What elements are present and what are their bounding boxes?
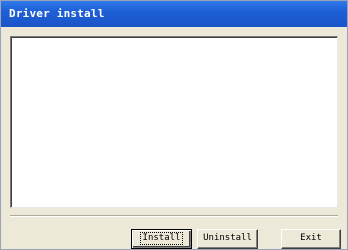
driver-install-window: Driver install Install Uninstall Exit bbox=[0, 0, 348, 250]
exit-button-label: Exit bbox=[300, 233, 322, 243]
install-button-label: Install bbox=[139, 232, 184, 245]
exit-button[interactable]: Exit bbox=[281, 229, 341, 249]
install-button[interactable]: Install bbox=[131, 229, 192, 249]
separator-line bbox=[10, 215, 338, 217]
uninstall-button[interactable]: Uninstall bbox=[197, 229, 258, 249]
output-text-area[interactable] bbox=[10, 36, 338, 208]
dialog-client-area: Install Uninstall Exit bbox=[1, 27, 347, 249]
uninstall-button-label: Uninstall bbox=[203, 233, 252, 243]
window-title: Driver install bbox=[9, 7, 105, 20]
title-bar[interactable]: Driver install bbox=[1, 1, 347, 27]
